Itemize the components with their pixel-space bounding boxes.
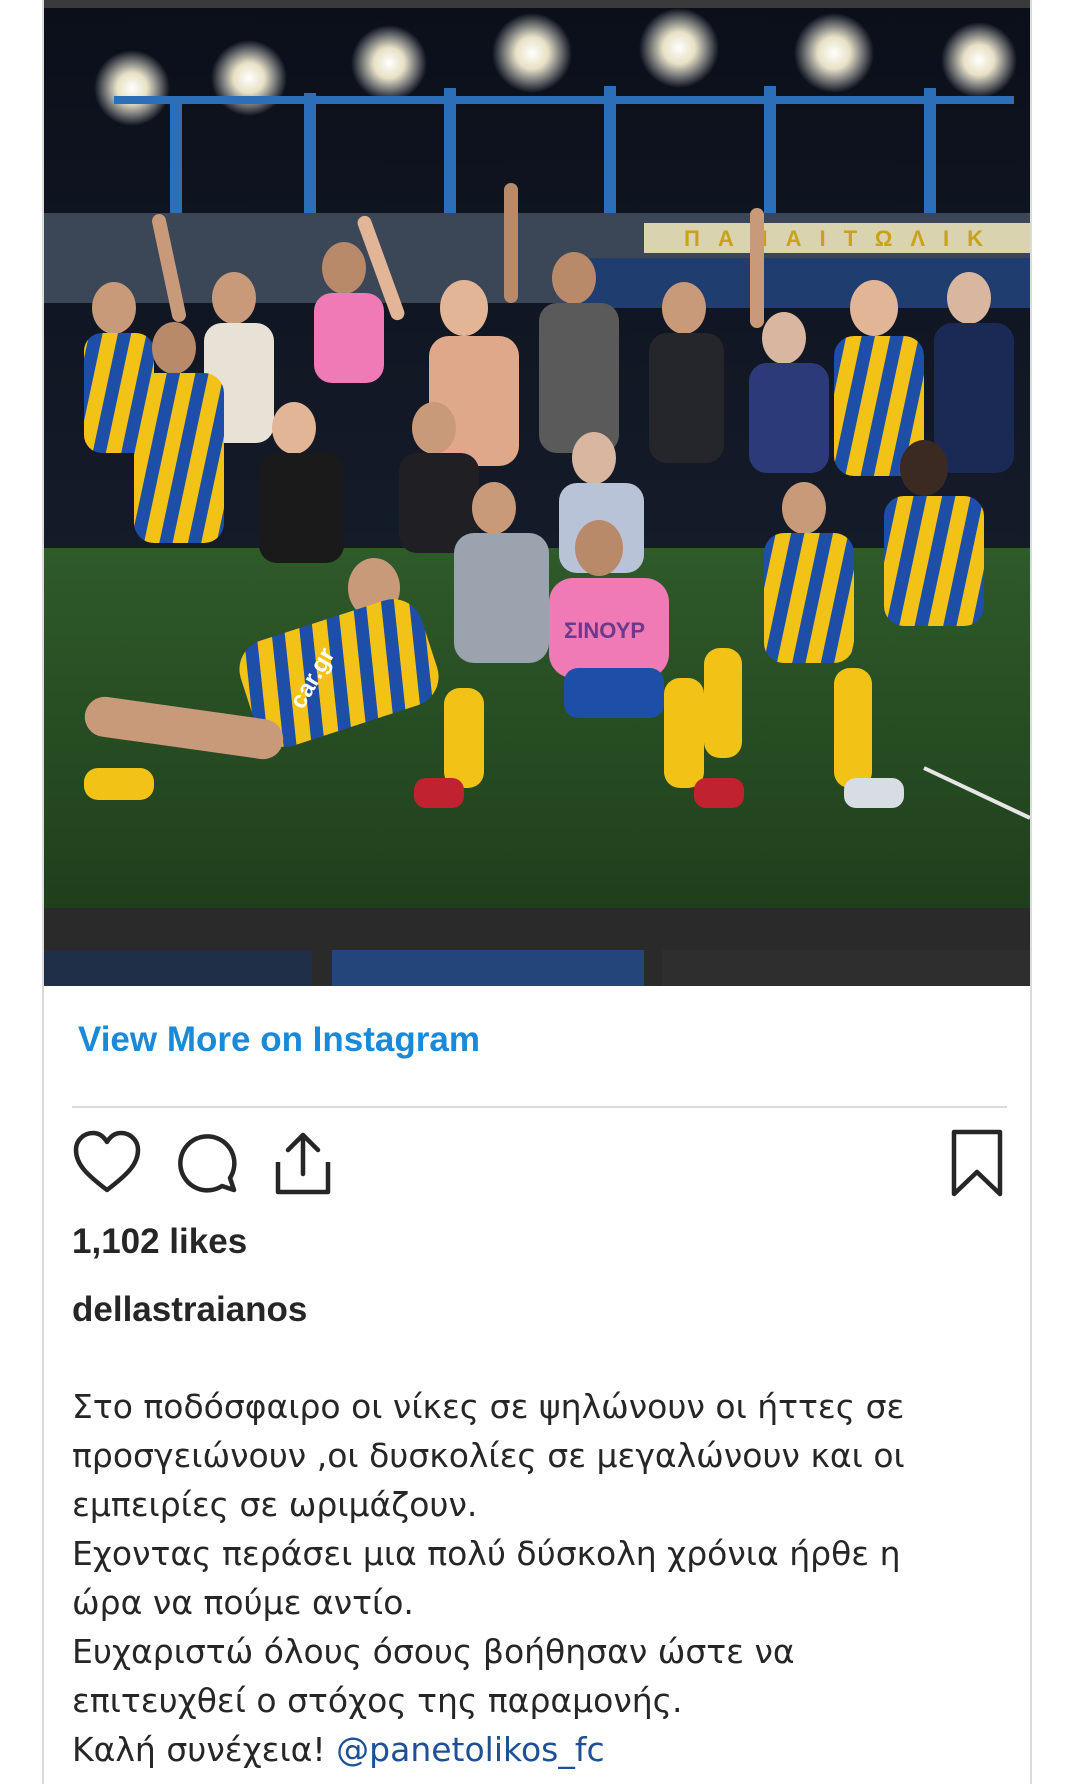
caption-line: Καλή συνέχεια! @panetolikos_fc (72, 1725, 1002, 1774)
save-button[interactable] (942, 1128, 1012, 1200)
post-username[interactable]: dellastraianos (72, 1290, 307, 1330)
share-button[interactable] (268, 1128, 338, 1200)
heart-icon (73, 1130, 141, 1193)
carousel-thumbnail[interactable] (44, 950, 312, 986)
post-photo[interactable]: ΠΑΝΑΙΤΩΛΙΚ ΣΙΝΟΥΡ car.gr (44, 8, 1030, 908)
caption-line: προσγειώνουν ,οι δυσκολίες σε μεγαλώνουν… (72, 1436, 905, 1475)
likes-count[interactable]: 1,102 likes (72, 1222, 247, 1262)
caption-line: Ευχαριστώ όλους όσους βοήθησαν ώστε να (72, 1632, 795, 1671)
stadium-sign: ΠΑΝΑΙΤΩΛΙΚ (684, 226, 1001, 251)
caption-line: Στο ποδόσφαιρο οι νίκες σε ψηλώνουν οι ή… (72, 1387, 905, 1426)
carousel-thumbnail[interactable] (332, 950, 644, 986)
page: ΠΑΝΑΙΤΩΛΙΚ ΣΙΝΟΥΡ car.gr View More on In… (0, 0, 1080, 1784)
share-icon (275, 1132, 331, 1195)
like-button[interactable] (72, 1128, 142, 1200)
caption-line: εμπειρίες σε ωριμάζουν. (72, 1485, 478, 1524)
mention-link[interactable]: @panetolikos_fc (336, 1730, 604, 1769)
caption-line: επιτευχθεί ο στόχος της παραμονής. (72, 1681, 683, 1720)
post-actions-bar (72, 1128, 1007, 1200)
divider (72, 1106, 1007, 1108)
caption-line: ώρα να πούμε αντίο. (72, 1583, 414, 1622)
carousel-thumbnails (44, 908, 1030, 986)
bookmark-icon (951, 1129, 1003, 1197)
post-caption: Στο ποδόσφαιρο οι νίκες σε ψηλώνουν οι ή… (72, 1382, 1002, 1774)
card-top-bar (44, 0, 1030, 8)
bib-text: ΣΙΝΟΥΡ (564, 618, 645, 643)
comment-icon (178, 1134, 237, 1193)
instagram-embed-card: ΠΑΝΑΙΤΩΛΙΚ ΣΙΝΟΥΡ car.gr View More on In… (42, 0, 1032, 1784)
caption-line: Εχοντας περάσει μια πολύ δύσκολη χρόνια … (72, 1534, 901, 1573)
caption-last-text: Καλή συνέχεια! (72, 1730, 337, 1769)
carousel-thumbnail[interactable] (662, 950, 1030, 986)
comment-button[interactable] (172, 1128, 242, 1200)
view-more-on-instagram-link[interactable]: View More on Instagram (78, 1020, 480, 1060)
